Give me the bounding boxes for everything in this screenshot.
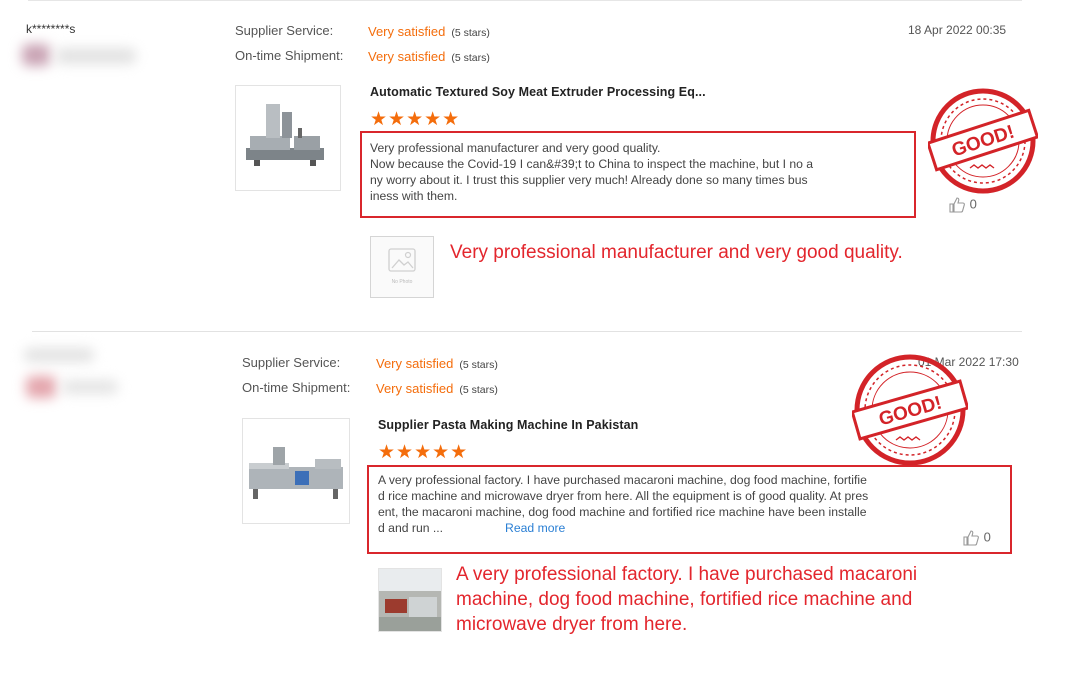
product-title[interactable]: Supplier Pasta Making Machine In Pakista… bbox=[378, 418, 638, 432]
top-divider bbox=[28, 0, 1022, 1]
product-image[interactable] bbox=[235, 85, 341, 191]
star-rating: ★★★★★ bbox=[378, 442, 469, 463]
supplier-service-label: Supplier Service: bbox=[235, 23, 334, 38]
shipment-label: On-time Shipment: bbox=[235, 48, 344, 63]
shipment-stars: (5 stars) bbox=[451, 52, 490, 64]
shipment-value: Very satisfied bbox=[376, 381, 454, 396]
shipment-rating: Very satisfied (5 stars) bbox=[376, 380, 498, 398]
review-line: d rice machine and microwave dryer from … bbox=[378, 489, 869, 503]
good-stamp: GOOD! bbox=[850, 352, 970, 468]
shipment-label: On-time Shipment: bbox=[242, 380, 351, 395]
review-text: Very professional manufacturer and very … bbox=[370, 140, 900, 204]
shipment-rating: Very satisfied (5 stars) bbox=[368, 48, 490, 66]
review-line: d and run ... bbox=[378, 521, 444, 535]
annotation-line: machine, dog food machine, fortified ric… bbox=[456, 589, 913, 610]
review-line: Now because the Covid-19 I can&#39;t to … bbox=[370, 157, 814, 171]
good-stamp: GOOD! bbox=[926, 86, 1040, 196]
thumbs-up-icon bbox=[962, 529, 984, 546]
star-rating: ★★★★★ bbox=[370, 109, 461, 130]
review-line-last: d and run ... Read more bbox=[378, 520, 968, 536]
review-line: A very professional factory. I have purc… bbox=[378, 473, 867, 487]
review-line: Very professional manufacturer and very … bbox=[370, 141, 661, 155]
thumbs-up-icon bbox=[948, 196, 970, 213]
shipment-value: Very satisfied bbox=[368, 49, 446, 64]
review-line: ent, the macaroni machine, dog food mach… bbox=[378, 505, 867, 519]
product-title[interactable]: Automatic Textured Soy Meat Extruder Pro… bbox=[370, 85, 706, 99]
annotation-line: microwave dryer from here. bbox=[456, 614, 688, 635]
review-divider bbox=[32, 331, 1022, 332]
review-date: 18 Apr 2022 00:35 bbox=[908, 23, 1007, 37]
country-name-blurred bbox=[56, 48, 136, 64]
like-button[interactable]: 0 bbox=[962, 529, 991, 547]
review-photo[interactable] bbox=[378, 568, 442, 632]
supplier-service-rating: Very satisfied (5 stars) bbox=[368, 23, 490, 41]
supplier-service-value: Very satisfied bbox=[376, 356, 454, 371]
review-line: iness with them. bbox=[370, 189, 458, 203]
review-photo-placeholder[interactable]: No Photo bbox=[370, 236, 434, 298]
shipment-stars: (5 stars) bbox=[459, 384, 498, 396]
like-button[interactable]: 0 bbox=[948, 196, 977, 214]
country-flag-blurred bbox=[26, 376, 56, 398]
read-more-link[interactable]: Read more bbox=[505, 521, 565, 535]
supplier-service-label: Supplier Service: bbox=[242, 355, 341, 370]
like-count: 0 bbox=[969, 196, 977, 212]
annotation-line: A very professional factory. I have purc… bbox=[456, 564, 918, 585]
reviewer-name-blurred bbox=[24, 348, 94, 362]
no-photo-label: No Photo bbox=[391, 279, 413, 285]
reviewer-name: k********s bbox=[26, 22, 76, 36]
annotation-text: Very professional manufacturer and very … bbox=[450, 242, 903, 263]
country-flag-blurred bbox=[22, 44, 50, 66]
supplier-service-rating: Very satisfied (5 stars) bbox=[376, 355, 498, 373]
review-line: ny worry about it. I trust this supplier… bbox=[370, 173, 808, 187]
supplier-service-value: Very satisfied bbox=[368, 24, 446, 39]
review-text: A very professional factory. I have purc… bbox=[378, 472, 968, 536]
supplier-service-stars: (5 stars) bbox=[459, 359, 498, 371]
supplier-service-stars: (5 stars) bbox=[451, 27, 490, 39]
country-name-blurred bbox=[62, 380, 118, 394]
no-photo-icon bbox=[388, 248, 416, 272]
annotation-text: A very professional factory. I have purc… bbox=[456, 562, 917, 637]
product-image[interactable] bbox=[242, 418, 350, 524]
like-count: 0 bbox=[983, 529, 991, 545]
